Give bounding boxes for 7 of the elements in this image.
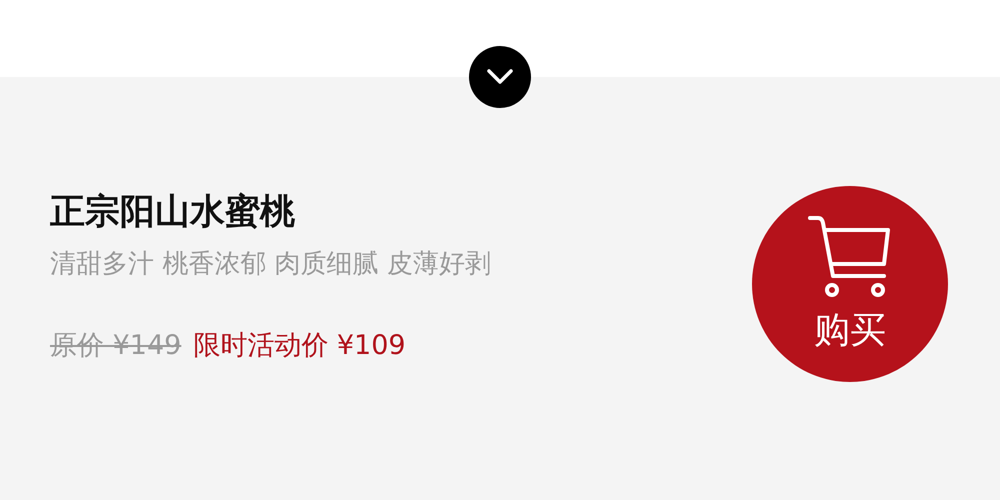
original-price: 原价 ¥149: [50, 329, 182, 363]
product-tagline: 清甜多汁 桃香浓郁 肉质细腻 皮薄好剥: [50, 248, 491, 281]
sale-price: 限时活动价 ¥109: [193, 329, 406, 363]
chevron-down-icon: [487, 69, 513, 85]
buy-button[interactable]: 购买: [752, 186, 948, 382]
cart-icon: [808, 214, 892, 300]
product-title: 正宗阳山水蜜桃: [50, 191, 295, 234]
